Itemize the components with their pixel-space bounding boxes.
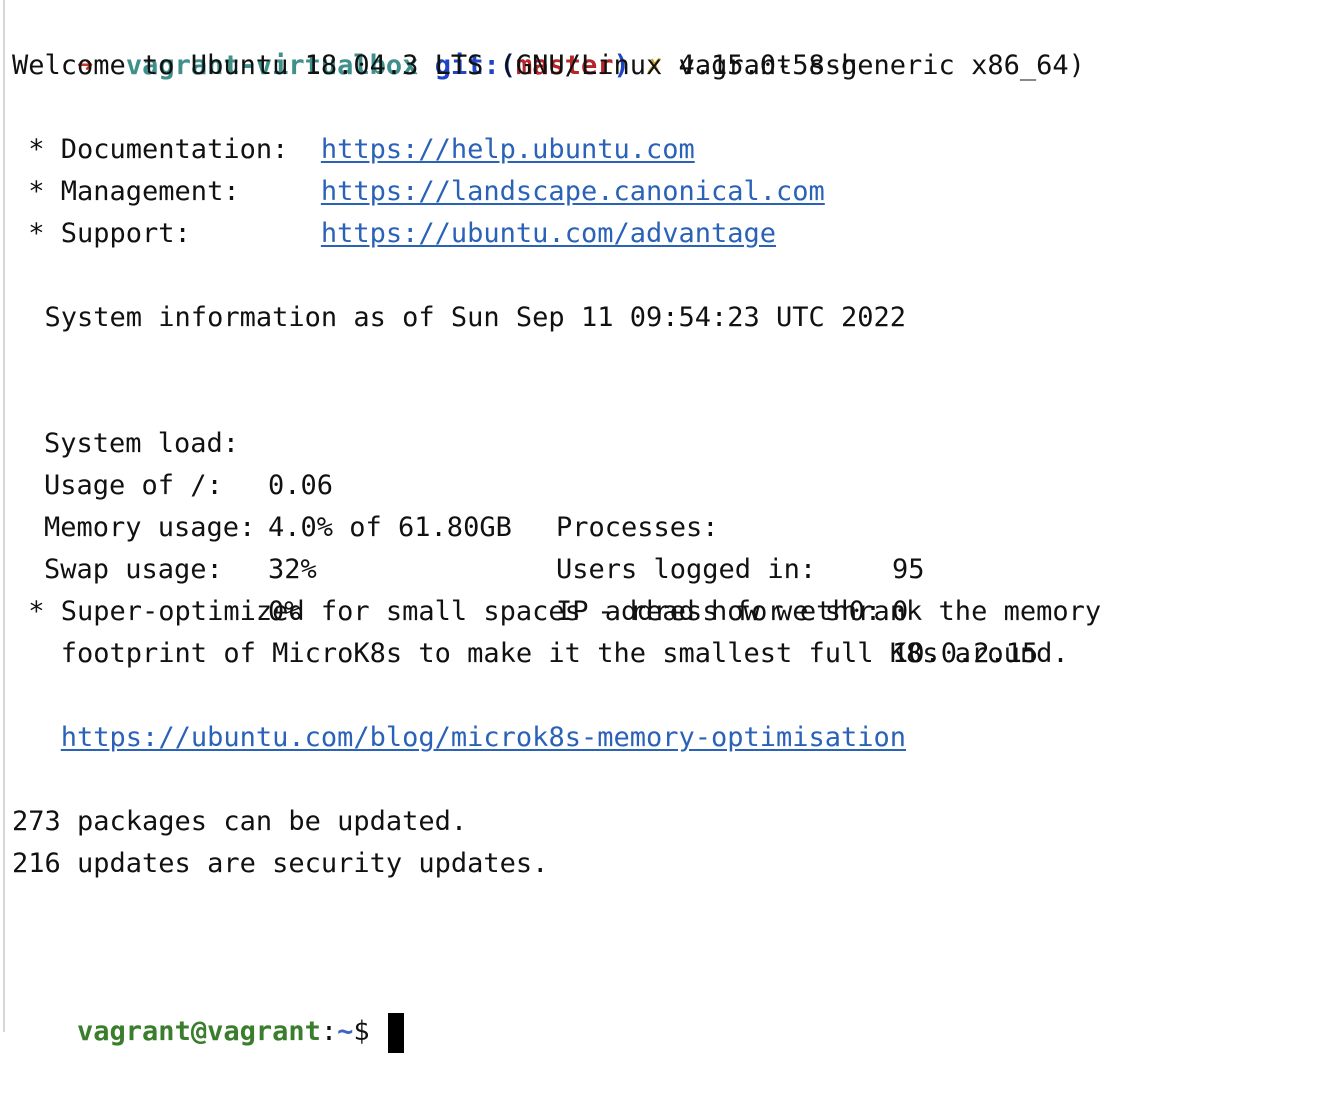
notice-link-line: https://ubuntu.com/blog/microk8s-memory-…: [12, 717, 906, 759]
support-label: * Support:: [12, 218, 321, 249]
documentation-label: * Documentation:: [12, 134, 321, 165]
notice-line-1: * Super-optimized for small spaces - rea…: [12, 596, 1102, 627]
shell-prompt-line[interactable]: vagrant@vagrant:~$: [12, 969, 404, 1053]
sysinfo-row-1: System load: 0.06 Processes: 95: [12, 381, 925, 585]
support-link[interactable]: https://ubuntu.com/advantage: [321, 218, 776, 249]
packages-update-count: 273 packages can be updated.: [12, 806, 468, 837]
memory-value: 32%: [268, 554, 317, 585]
users-label: Users logged in:: [556, 554, 817, 585]
sysinfo-row-3: Memory usage: 32% IP address for eth0: 1…: [12, 465, 1038, 669]
management-line: * Management: https://landscape.canonica…: [12, 171, 825, 213]
management-label: * Management:: [12, 176, 321, 207]
text-cursor: [387, 1012, 404, 1053]
microk8s-blog-link[interactable]: https://ubuntu.com/blog/microk8s-memory-…: [61, 722, 906, 753]
welcome-message: Welcome to Ubuntu 18.04.3 LTS (GNU/Linux…: [12, 50, 1085, 81]
zsh-prompt-line: ➜ vagrant-virtualbox git:(master) ✗ vagr…: [12, 3, 857, 81]
system-load-value: 0.06: [268, 470, 334, 501]
documentation-line: * Documentation: https://help.ubuntu.com: [12, 129, 695, 171]
documentation-link[interactable]: https://help.ubuntu.com: [321, 134, 695, 165]
security-update-count: 216 updates are security updates.: [12, 848, 549, 879]
support-line: * Support: https://ubuntu.com/advantage: [12, 213, 776, 255]
usage-value: 4.0% of 61.80GB: [268, 512, 512, 543]
sysinfo-row-4: Swap usage: 0%: [12, 507, 301, 627]
processes-label: Processes:: [556, 512, 719, 543]
management-link[interactable]: https://landscape.canonical.com: [321, 176, 825, 207]
swap-label: Swap usage:: [44, 554, 223, 585]
sysinfo-row-2: Usage of /: 4.0% of 61.80GB Users logged…: [12, 423, 908, 627]
processes-value: 95: [892, 554, 925, 585]
sysinfo-header: System information as of Sun Sep 11 09:5…: [12, 302, 907, 333]
terminal-window[interactable]: ➜ vagrant-virtualbox git:(master) ✗ vagr…: [3, 0, 1332, 1053]
notice-line-2: footprint of MicroK8s to make it the sma…: [12, 638, 1069, 669]
